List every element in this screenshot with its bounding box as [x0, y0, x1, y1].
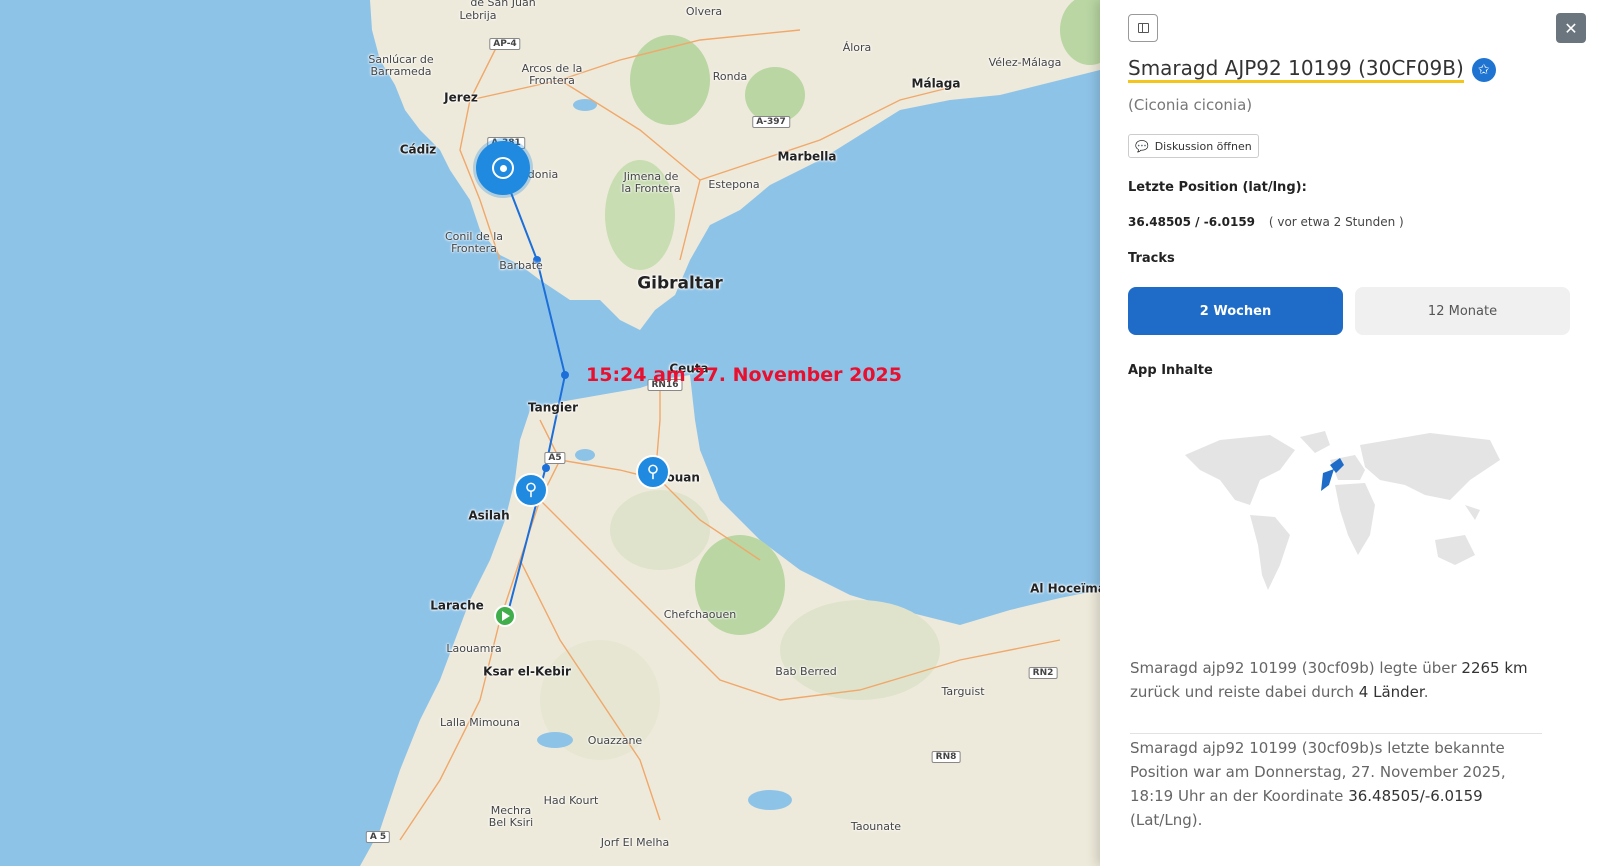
map-canvas[interactable]: [0, 0, 1100, 866]
stork-icon: ⚲: [646, 462, 660, 482]
panel-toggle-button[interactable]: [1128, 14, 1158, 42]
road-shield: A-397: [752, 116, 790, 128]
place-label: Olvera: [685, 4, 723, 18]
place-label: Laouamra: [446, 641, 502, 655]
tracks-option-2-weeks[interactable]: 2 Wochen: [1128, 287, 1343, 335]
place-label: Jorf El Melha: [600, 835, 670, 849]
stork-icon: ⚲: [524, 480, 538, 500]
divider: [1130, 733, 1542, 734]
summary-text: Smaragd ajp92 10199 (30cf09b) legte über: [1130, 659, 1462, 677]
place-label: Ksar el-Kebir: [483, 664, 571, 679]
place-label: Larache: [430, 598, 484, 613]
place-label: Bab Berred: [775, 664, 837, 678]
place-label: Ronda: [712, 69, 748, 83]
place-label: Had Kourt: [543, 793, 599, 807]
distance-value: 2265 km: [1461, 659, 1528, 677]
track-time-label: 15:24 am 27. November 2025: [586, 364, 902, 386]
place-label: Taounate: [850, 819, 902, 833]
summary-text: (Lat/Lng).: [1130, 811, 1203, 829]
stork-marker[interactable]: ⚲: [636, 455, 670, 489]
stork-marker[interactable]: ⚲: [514, 473, 548, 507]
star-icon[interactable]: ✩: [1471, 57, 1496, 82]
last-known-summary: Smaragd ajp92 10199 (30cf09b)s letzte be…: [1130, 736, 1550, 832]
tracks-option-12-months[interactable]: 12 Monate: [1355, 287, 1570, 335]
place-label: Targuist: [941, 684, 985, 698]
place-label: Conil de la Frontera: [444, 229, 504, 255]
last-position-value: 36.48505 / -6.0159: [1128, 215, 1256, 229]
road-shield: RN8: [931, 751, 961, 763]
road-shield: A5: [544, 452, 566, 464]
countries-value: 4 Länder: [1358, 683, 1424, 701]
detail-panel: ✕ Smaragd AJP92 10199 (30CF09B) ✩ (Cicon…: [1100, 0, 1600, 866]
track-point[interactable]: [561, 371, 569, 379]
last-position-ago: ( vor etwa 2 Stunden ): [1268, 215, 1404, 229]
road-shield: A 5: [365, 831, 391, 843]
track-start-marker[interactable]: [494, 605, 516, 627]
place-label: Cádiz: [399, 142, 437, 157]
animal-title: Smaragd AJP92 10199 (30CF09B) ✩: [1128, 56, 1496, 83]
place-label: Sanlúcar de Barrameda: [368, 52, 434, 78]
sidebar-icon: [1137, 23, 1149, 33]
place-label: Chefchaouen: [663, 607, 737, 621]
summary-text: zurück und reiste dabei durch: [1130, 683, 1359, 701]
coordinate-value: 36.48505/-6.0159: [1348, 787, 1483, 805]
place-label: Jimena de la Frontera: [621, 169, 681, 195]
place-label: Álora: [842, 40, 872, 54]
app-content-heading: App Inhalte: [1128, 363, 1213, 378]
last-position: 36.48505 / -6.0159 ( vor etwa 2 Stunden …: [1128, 215, 1404, 229]
place-label: Ouazzane: [587, 733, 643, 747]
animal-name: Smaragd AJP92 10199 (30CF09B): [1128, 56, 1464, 83]
place-label: Arcos de la Frontera: [521, 61, 583, 87]
play-icon: [502, 611, 510, 621]
open-discussion-label: Diskussion öffnen: [1154, 139, 1252, 153]
world-map: [1185, 431, 1500, 590]
place-label: Gibraltar: [637, 273, 723, 294]
place-label: Málaga: [911, 76, 961, 91]
place-label: Marbella: [777, 149, 837, 164]
place-label: Estepona: [708, 177, 760, 191]
place-label: Al Hoceïma: [1030, 581, 1100, 596]
place-label: Asilah: [468, 508, 510, 523]
place-label: Jerez: [444, 90, 478, 105]
tracks-heading: Tracks: [1128, 251, 1175, 266]
place-label: Vélez-Málaga: [988, 55, 1062, 69]
target-icon: [492, 157, 514, 179]
chat-icon: 💬: [1135, 139, 1149, 153]
species-name: (Ciconia ciconia): [1128, 96, 1253, 114]
road-shield: RN2: [1028, 667, 1058, 679]
close-icon: ✕: [1564, 18, 1578, 38]
close-button[interactable]: ✕: [1556, 13, 1586, 43]
last-position-heading: Letzte Position (lat/lng):: [1128, 180, 1307, 195]
place-label: Barbate: [499, 258, 543, 272]
place-label: Tangier: [527, 400, 579, 415]
summary-text: .: [1423, 683, 1429, 701]
open-discussion-button[interactable]: 💬 Diskussion öffnen: [1128, 134, 1259, 158]
track-point[interactable]: [542, 464, 550, 472]
road-shield: AP-4: [489, 38, 521, 50]
place-label: Lalla Mimouna: [440, 715, 520, 729]
current-position-marker[interactable]: [476, 141, 530, 195]
place-label: Mechra Bel Ksiri: [488, 803, 534, 829]
place-label: Lebrija: [459, 8, 497, 22]
distance-summary: Smaragd ajp92 10199 (30cf09b) legte über…: [1130, 656, 1550, 704]
place-label: de San Juan: [470, 0, 536, 9]
map-view[interactable]: Lebrija de San Juan Olvera Sanlúcar de Barr…: [0, 0, 1100, 866]
